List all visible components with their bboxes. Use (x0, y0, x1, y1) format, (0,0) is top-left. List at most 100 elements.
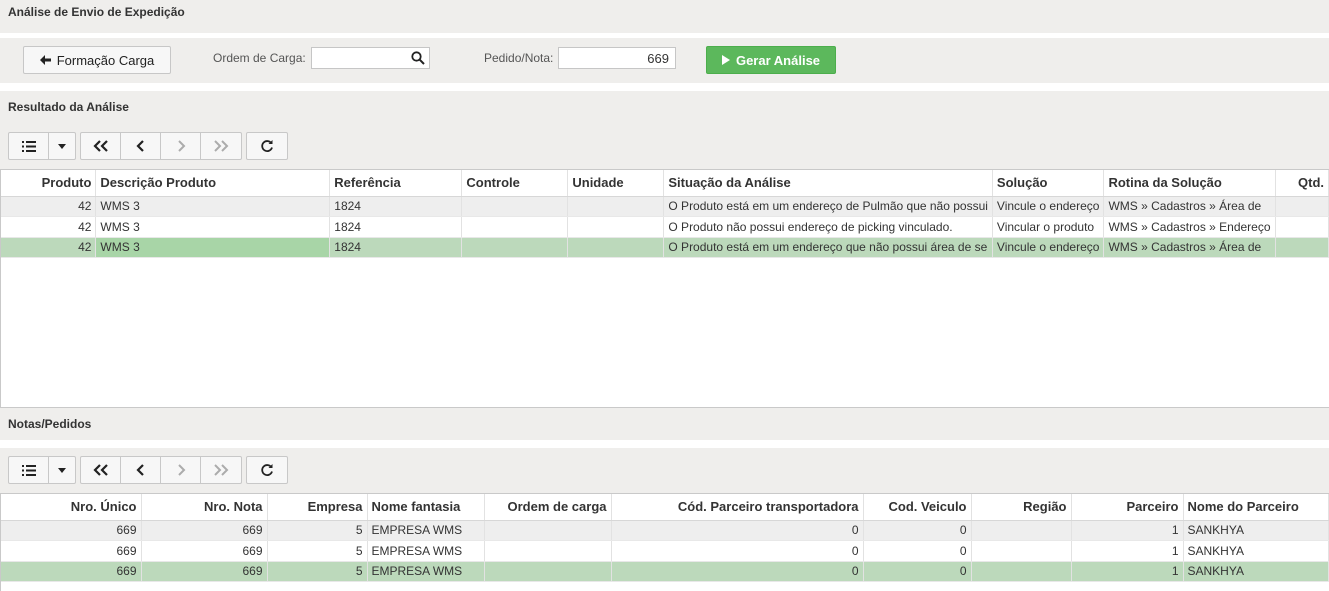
table-row[interactable]: 42 WMS 3 1824 O Produto está em um ender… (1, 196, 1329, 217)
col-unidade[interactable]: Unidade (567, 170, 665, 197)
cell-qtd (1275, 196, 1329, 217)
col-rotina-solucao[interactable]: Rotina da Solução (1103, 170, 1276, 197)
cell-qtd (1275, 237, 1329, 258)
previous-page-icon[interactable] (121, 457, 161, 483)
notas-toolbar (8, 456, 292, 484)
col-ordem-carga[interactable]: Ordem de carga (484, 494, 612, 521)
table-row[interactable]: 42 WMS 3 1824 O Produto não possui ender… (1, 216, 1329, 238)
cell-empresa: 5 (267, 520, 368, 541)
table-row[interactable]: 669 669 5 EMPRESA WMS 0 0 1 SANKHYA (1, 540, 1329, 562)
col-cod-veiculo[interactable]: Cod. Veiculo (863, 494, 972, 521)
cell-unidade (567, 237, 665, 258)
cell-referencia: 1824 (329, 216, 463, 238)
gerar-analise-button[interactable]: Gerar Análise (706, 46, 836, 74)
cell-descricao: WMS 3 (95, 237, 331, 258)
col-empresa[interactable]: Empresa (267, 494, 368, 521)
cell-cod-parceiro-transportadora: 0 (611, 540, 864, 562)
cell-solucao: Vincular o produto (992, 216, 1105, 238)
last-page-icon[interactable] (201, 457, 241, 483)
table-row[interactable]: 669 669 5 EMPRESA WMS 0 0 1 SANKHYA (1, 520, 1329, 541)
col-descricao-produto[interactable]: Descrição Produto (95, 170, 331, 197)
cell-parceiro: 1 (1071, 520, 1184, 541)
chevron-down-icon[interactable] (49, 457, 75, 483)
page-title: Análise de Envio de Expedição (8, 5, 185, 19)
cell-rotina: WMS » Cadastros » Endereço (1103, 216, 1276, 238)
table-row-selected[interactable]: 42 WMS 3 1824 O Produto está em um ender… (1, 237, 1329, 258)
pedido-nota-value: 669 (647, 50, 669, 66)
col-cod-parceiro-transportadora[interactable]: Cód. Parceiro transportadora (611, 494, 864, 521)
ordem-carga-input[interactable] (311, 47, 430, 69)
col-solucao[interactable]: Solução (992, 170, 1105, 197)
col-nome-parceiro[interactable]: Nome do Parceiro (1183, 494, 1329, 521)
cell-nro-nota: 669 (141, 520, 268, 541)
cell-ordem-carga (484, 540, 612, 562)
cell-cod-veiculo: 0 (863, 520, 972, 541)
col-regiao[interactable]: Região (971, 494, 1072, 521)
next-page-icon[interactable] (161, 457, 201, 483)
cell-controle (461, 237, 569, 258)
col-qtd[interactable]: Qtd. (1275, 170, 1329, 197)
col-produto[interactable]: Produto (1, 170, 97, 197)
gerar-analise-label: Gerar Análise (735, 52, 821, 68)
cell-cod-parceiro-transportadora: 0 (611, 520, 864, 541)
col-parceiro[interactable]: Parceiro (1071, 494, 1184, 521)
col-nro-unico[interactable]: Nro. Único (1, 494, 142, 521)
formacao-carga-button[interactable]: Formação Carga (23, 46, 171, 74)
cell-cod-parceiro-transportadora: 0 (611, 561, 864, 582)
cell-nome-parceiro: SANKHYA (1183, 561, 1329, 582)
chevron-down-icon[interactable] (49, 133, 75, 159)
cell-unidade (567, 216, 665, 238)
previous-page-icon[interactable] (121, 133, 161, 159)
col-referencia[interactable]: Referência (329, 170, 463, 197)
col-nro-nota[interactable]: Nro. Nota (141, 494, 268, 521)
next-page-icon[interactable] (161, 133, 201, 159)
cell-situacao: O Produto está em um endereço que não po… (663, 237, 993, 258)
last-page-icon[interactable] (201, 133, 241, 159)
cell-solucao: Vincule o endereço (992, 237, 1105, 258)
arrow-left-icon (39, 55, 51, 65)
cell-nome-parceiro: SANKHYA (1183, 540, 1329, 562)
cell-situacao: O Produto está em um endereço de Pulmão … (663, 196, 993, 217)
col-situacao-analise[interactable]: Situação da Análise (663, 170, 993, 197)
refresh-icon[interactable] (247, 133, 287, 159)
cell-referencia: 1824 (329, 237, 463, 258)
cell-nome-fantasia: EMPRESA WMS (367, 520, 485, 541)
list-view-icon[interactable] (9, 133, 49, 159)
cell-produto: 42 (1, 216, 97, 238)
cell-nome-parceiro: SANKHYA (1183, 520, 1329, 541)
play-icon (721, 55, 730, 65)
cell-ordem-carga (484, 561, 612, 582)
cell-descricao: WMS 3 (95, 216, 331, 238)
cell-produto: 42 (1, 237, 97, 258)
resultado-toolbar (8, 132, 292, 160)
cell-parceiro: 1 (1071, 561, 1184, 582)
cell-referencia: 1824 (329, 196, 463, 217)
refresh-icon[interactable] (247, 457, 287, 483)
pedido-nota-label: Pedido/Nota: (484, 51, 554, 65)
cell-rotina: WMS » Cadastros » Área de (1103, 237, 1276, 258)
notas-title: Notas/Pedidos (8, 417, 92, 431)
cell-produto: 42 (1, 196, 97, 217)
col-controle[interactable]: Controle (461, 170, 569, 197)
formacao-carga-label: Formação Carga (56, 52, 155, 68)
cell-descricao: WMS 3 (95, 196, 331, 217)
table-row-selected[interactable]: 669 669 5 EMPRESA WMS 0 0 1 SANKHYA (1, 561, 1329, 582)
cell-nro-nota: 669 (141, 540, 268, 562)
col-nome-fantasia[interactable]: Nome fantasia (367, 494, 485, 521)
cell-regiao (971, 561, 1072, 582)
cell-regiao (971, 540, 1072, 562)
cell-cod-veiculo: 0 (863, 540, 972, 562)
list-view-icon[interactable] (9, 457, 49, 483)
first-page-icon[interactable] (81, 133, 121, 159)
cell-controle (461, 216, 569, 238)
cell-empresa: 5 (267, 561, 368, 582)
search-icon[interactable] (411, 51, 425, 65)
cell-regiao (971, 520, 1072, 541)
ordem-carga-label: Ordem de Carga: (213, 51, 306, 65)
cell-nro-unico: 669 (1, 520, 142, 541)
cell-rotina: WMS » Cadastros » Área de (1103, 196, 1276, 217)
cell-empresa: 5 (267, 540, 368, 562)
pedido-nota-input[interactable]: 669 (558, 47, 676, 69)
first-page-icon[interactable] (81, 457, 121, 483)
notas-table: Nro. Único Nro. Nota Empresa Nome fantas… (1, 494, 1329, 582)
